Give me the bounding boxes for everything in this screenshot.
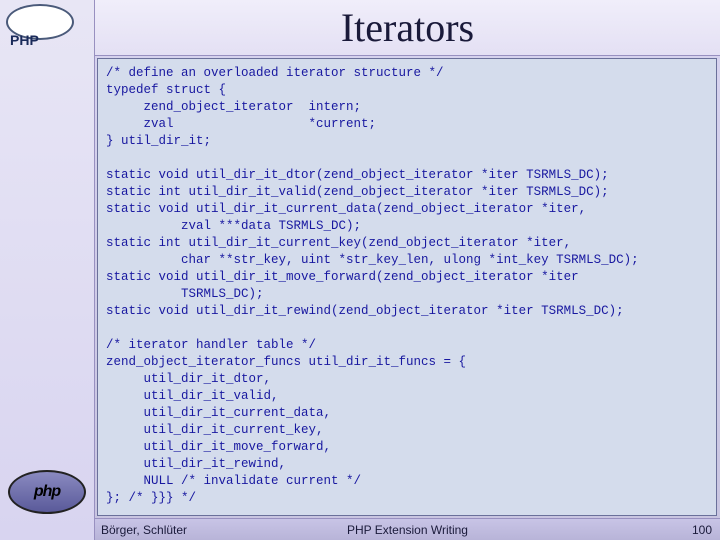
php-label: PHP [10,32,39,48]
slide-title: Iterators [341,4,474,51]
footer-title: PHP Extension Writing [95,523,720,537]
slide-footer: Börger, Schlüter PHP Extension Writing 1… [95,518,720,540]
code-block: /* define an overloaded iterator structu… [97,58,717,516]
php-logo-icon: php [8,470,86,514]
slide-header: Iterators [95,0,720,56]
php-logo-text: php [34,483,60,501]
footer-page-number: 100 [692,523,712,537]
sidebar: Conférence PHP php [0,0,95,540]
conference-php-logo: Conférence PHP [4,4,90,54]
